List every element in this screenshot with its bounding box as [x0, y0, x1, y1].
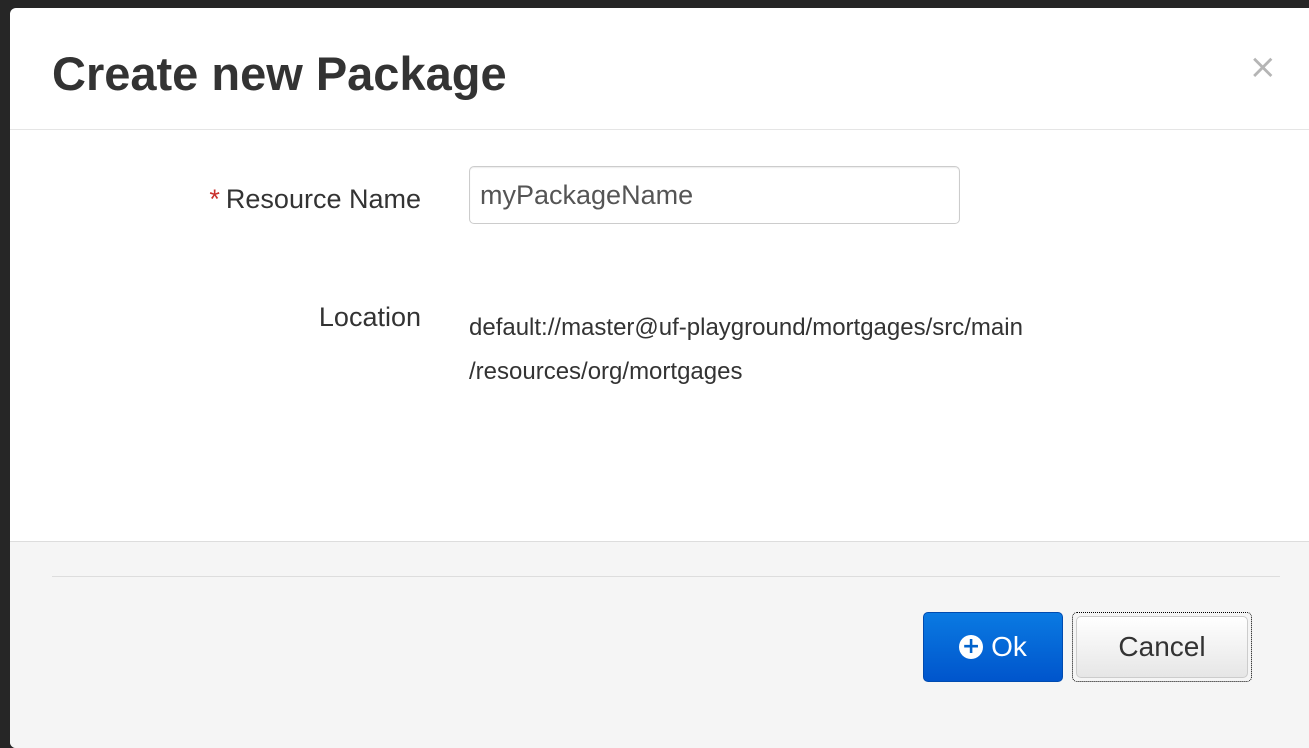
plus-circle-icon: + [959, 635, 984, 659]
cancel-button-label: Cancel [1118, 631, 1206, 662]
resource-name-row: * Resource Name [10, 166, 1309, 228]
location-path-line-1: default://master@uf-playground/mortgages… [469, 314, 1023, 341]
ok-button[interactable]: + Ok [923, 612, 1063, 682]
ok-button-label: Ok [991, 631, 1027, 662]
location-path-line-2: /resources/org/mortgages [469, 358, 743, 385]
resource-name-label-text: Resource Name [225, 184, 421, 214]
footer-divider [52, 576, 1280, 577]
dialog-title: Create new Package [52, 47, 507, 100]
cancel-button-face: Cancel [1076, 616, 1248, 678]
create-package-dialog: Create new Package × *Resource Name Loca… [10, 8, 1309, 748]
required-indicator: * [209, 184, 220, 214]
resource-name-label: * Resource Name [209, 184, 421, 215]
dialog-footer: + Ok Cancel [10, 541, 1309, 748]
close-icon[interactable]: × [1249, 50, 1278, 84]
location-value: default://master@uf-playground/mortgages… [469, 306, 1229, 394]
location-label: Location [318, 302, 421, 332]
location-row: Location default://master@uf-playground/… [10, 294, 1309, 394]
cancel-button[interactable]: Cancel [1072, 612, 1252, 682]
resource-name-input[interactable] [469, 166, 960, 224]
dialog-header: Create new Package × [10, 8, 1309, 130]
